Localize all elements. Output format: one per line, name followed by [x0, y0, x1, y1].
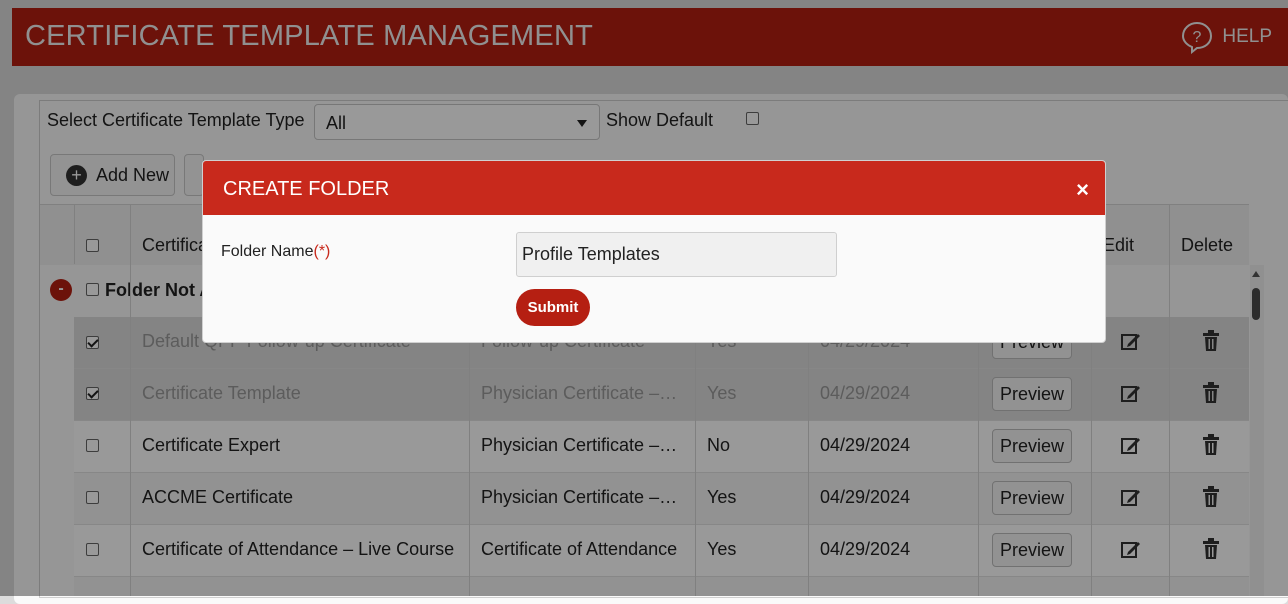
- required-mark: (*): [313, 243, 331, 260]
- folder-name-input[interactable]: [516, 232, 837, 277]
- create-folder-dialog: CREATE FOLDER × Folder Name(*) Submit: [202, 160, 1106, 343]
- folder-name-label: Folder Name(*): [221, 243, 330, 261]
- folder-name-label-text: Folder Name: [221, 243, 314, 260]
- submit-button[interactable]: Submit: [516, 289, 590, 326]
- dialog-title: CREATE FOLDER: [223, 178, 390, 200]
- dialog-header: CREATE FOLDER ×: [203, 161, 1105, 215]
- close-icon[interactable]: ×: [1076, 177, 1089, 203]
